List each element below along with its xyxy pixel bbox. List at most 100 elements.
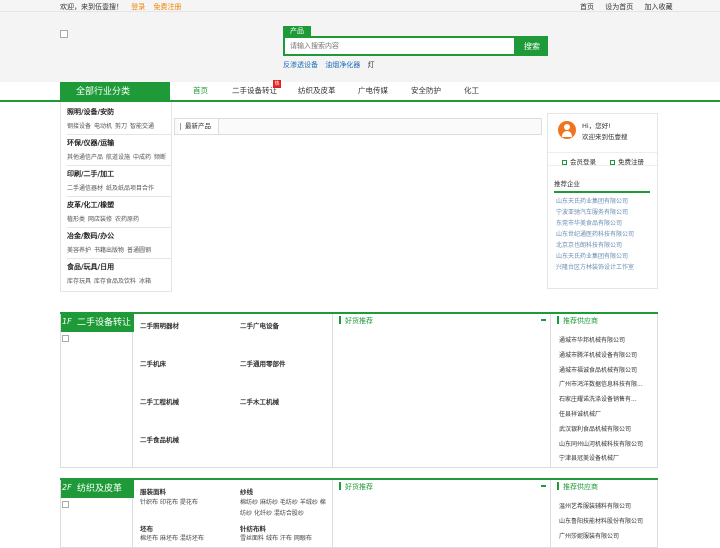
floor-category-link[interactable]: 二手通用零部件 bbox=[240, 358, 286, 368]
supplier-link[interactable]: 宁津县冠美设备机械厂 bbox=[559, 452, 655, 467]
category-sub-link[interactable]: 普通圆钢 bbox=[127, 247, 151, 254]
collapse-icon[interactable] bbox=[541, 485, 546, 487]
set-homepage-link[interactable]: 设为首页 bbox=[605, 3, 633, 11]
floor-sub-link[interactable]: 化纤纱 bbox=[254, 510, 272, 517]
category-sub-link[interactable]: 钢接设备 bbox=[67, 123, 91, 130]
supplier-link[interactable]: 山东同州山河机械科技有限公司 bbox=[559, 438, 655, 453]
floor-banner[interactable]: 2F 纺织及皮革 bbox=[61, 480, 134, 498]
category-sub-link[interactable]: 中成药 bbox=[133, 154, 151, 161]
broken-image-icon[interactable] bbox=[62, 335, 69, 342]
floor-sub-link[interactable]: 印花布 bbox=[160, 499, 178, 506]
free-register-button[interactable]: 免费注册 bbox=[610, 156, 644, 166]
category-sub-link[interactable]: 书籍出版物 bbox=[94, 247, 124, 254]
hot-word-link[interactable]: 油烟净化器 bbox=[325, 61, 360, 69]
category-item[interactable]: 食品/玩具/日用 库存玩具 库存食品及饮料 冰箱 bbox=[67, 259, 171, 290]
floor-sub-link[interactable]: 提花布 bbox=[180, 499, 198, 506]
company-link[interactable]: 兴隆台区方林装饰设计工作室 bbox=[556, 262, 656, 273]
floor-sub-link[interactable]: 棉纺纱 bbox=[240, 499, 258, 506]
floor-group-title[interactable]: 坯布 bbox=[140, 523, 153, 533]
category-sub-link[interactable]: 电动机 bbox=[94, 123, 112, 130]
supplier-link[interactable]: 广州莎妮服装有限公司 bbox=[559, 530, 655, 545]
floor-group-title[interactable]: 纱线 bbox=[240, 486, 253, 496]
category-title[interactable]: 食品/玩具/日用 bbox=[67, 262, 171, 272]
add-favorite-link[interactable]: 加入收藏 bbox=[644, 3, 672, 11]
supplier-link[interactable]: 任县祥诚机械厂 bbox=[559, 408, 655, 423]
floor-sub-link[interactable]: 绒布 bbox=[266, 535, 278, 542]
category-title[interactable]: 皮革/化工/橡塑 bbox=[67, 200, 171, 210]
floor-sub-link[interactable]: 棉坯布 bbox=[140, 535, 158, 542]
category-sub-link[interactable]: 其他通信产品 bbox=[67, 154, 103, 161]
broken-image-icon[interactable] bbox=[62, 501, 69, 508]
category-sub-link[interactable]: 库存玩具 bbox=[67, 278, 91, 285]
category-sub-link[interactable]: 航道设施 bbox=[106, 154, 130, 161]
category-sub-link[interactable]: 库存食品及饮料 bbox=[94, 278, 136, 285]
category-sub-link[interactable]: 网店装修 bbox=[88, 216, 112, 223]
category-title[interactable]: 印刷/二手/加工 bbox=[67, 169, 171, 179]
company-link[interactable]: 山东天氏药业集团有限公司 bbox=[556, 251, 656, 262]
category-sub-link[interactable]: 农药原药 bbox=[115, 216, 139, 223]
floor-category-link[interactable]: 二手机床 bbox=[140, 358, 166, 368]
login-link[interactable]: 登录 bbox=[131, 3, 145, 11]
floor-sub-link[interactable]: 网眼布 bbox=[294, 535, 312, 542]
floor-banner[interactable]: 1F 二手设备转让 bbox=[61, 314, 134, 332]
category-sub-link[interactable]: 剪刀 bbox=[115, 123, 127, 130]
nav-item-media[interactable]: 广电传媒 bbox=[358, 82, 388, 100]
supplier-link[interactable]: 山东鲁阳技能材料股份有限公司 bbox=[559, 515, 655, 530]
category-sub-link[interactable]: 美容养护 bbox=[67, 247, 91, 254]
category-sub-link[interactable]: 二手通信器材 bbox=[67, 185, 103, 192]
category-item[interactable]: 照明/设备/安防 钢接设备 电动机 剪刀 智能交通 bbox=[67, 104, 171, 135]
nav-item-home[interactable]: 首页 bbox=[193, 82, 208, 102]
tab-latest-products[interactable]: 最新产品 bbox=[179, 119, 219, 134]
category-title[interactable]: 冶金/数码/办公 bbox=[67, 231, 171, 241]
floor-sub-link[interactable]: 毛纺纱 bbox=[280, 499, 298, 506]
logo-broken-image-icon[interactable] bbox=[60, 30, 68, 38]
search-tab-product[interactable]: 产品 bbox=[283, 26, 311, 36]
supplier-link[interactable]: 通城市福诚食品机械有限公司 bbox=[559, 364, 655, 379]
supplier-link[interactable]: 通城市华邦机械有限公司 bbox=[559, 334, 655, 349]
category-title[interactable]: 环保/仪器/运输 bbox=[67, 138, 171, 148]
member-login-button[interactable]: 会员登录 bbox=[562, 156, 596, 166]
floor-sub-link[interactable]: 混纺合股纱 bbox=[274, 510, 304, 517]
category-sub-link[interactable]: 冰箱 bbox=[139, 278, 151, 285]
hot-word-link[interactable]: 灯 bbox=[367, 61, 374, 69]
nav-item-safety[interactable]: 安全防护 bbox=[411, 82, 441, 100]
category-item[interactable]: 冶金/数码/办公 美容养护 书籍出版物 普通圆钢 bbox=[67, 228, 171, 259]
floor-category-link[interactable]: 二手木工机械 bbox=[240, 396, 279, 406]
supplier-link[interactable]: 武汉银利食品机械有限公司 bbox=[559, 423, 655, 438]
category-item[interactable]: 皮革/化工/橡塑 植形类 网店装修 农药原药 bbox=[67, 197, 171, 228]
floor-sub-link[interactable]: 麻纺纱 bbox=[260, 499, 278, 506]
category-item[interactable]: 环保/仪器/运输 其他通信产品 航道设施 中成药 频断 bbox=[67, 135, 171, 166]
category-sub-link[interactable]: 纸及纸品项目合作 bbox=[106, 185, 154, 192]
category-title[interactable]: 照明/设备/安防 bbox=[67, 107, 171, 117]
floor-sub-link[interactable]: 汗布 bbox=[280, 535, 292, 542]
category-sub-link[interactable]: 智能交通 bbox=[130, 123, 154, 130]
company-link[interactable]: 北京京也朗科技有限公司 bbox=[556, 240, 656, 251]
search-input[interactable] bbox=[283, 36, 516, 56]
floor-sub-link[interactable]: 混纺坯布 bbox=[180, 535, 204, 542]
company-link[interactable]: 山东天氏药业集团有限公司 bbox=[556, 196, 656, 207]
floor-sub-link[interactable]: 雪丝面料 bbox=[240, 535, 264, 542]
home-link[interactable]: 首页 bbox=[580, 3, 594, 11]
floor-sub-link[interactable]: 麻坯布 bbox=[160, 535, 178, 542]
all-categories-title[interactable]: 全部行业分类 bbox=[60, 82, 170, 102]
category-item[interactable]: 印刷/二手/加工 二手通信器材 纸及纸品项目合作 bbox=[67, 166, 171, 197]
nav-item-textile[interactable]: 纺织及皮革 bbox=[298, 82, 336, 100]
floor-sub-link[interactable]: 针织布 bbox=[140, 499, 158, 506]
floor-category-link[interactable]: 二手工程机械 bbox=[140, 396, 179, 406]
floor-group-title[interactable]: 针纺布料 bbox=[240, 523, 266, 533]
supplier-link[interactable]: 广州市鸿洋数据信息科技有限... bbox=[559, 378, 655, 393]
floor-category-link[interactable]: 二手广电设备 bbox=[240, 320, 279, 330]
company-link[interactable]: 东莞市华美食品有限公司 bbox=[556, 218, 656, 229]
floor-category-link[interactable]: 二手照明器材 bbox=[140, 320, 179, 330]
supplier-link[interactable]: 石家庄耀诺洗涤设备销售有... bbox=[559, 393, 655, 408]
floor-category-link[interactable]: 二手食品机械 bbox=[140, 434, 179, 444]
collapse-icon[interactable] bbox=[541, 319, 546, 321]
category-sub-link[interactable]: 植形类 bbox=[67, 216, 85, 223]
company-link[interactable]: 宁波亚驰汽车服务有限公司 bbox=[556, 207, 656, 218]
register-link[interactable]: 免费注册 bbox=[153, 3, 181, 11]
floor-group-title[interactable]: 服装面料 bbox=[140, 486, 166, 496]
company-link[interactable]: 山东世纪通医药科技有限公司 bbox=[556, 229, 656, 240]
category-sub-link[interactable]: 频断 bbox=[154, 154, 166, 161]
floor-sub-link[interactable]: 羊绒纱 bbox=[300, 499, 318, 506]
hot-word-link[interactable]: 反渗透设备 bbox=[283, 61, 318, 69]
